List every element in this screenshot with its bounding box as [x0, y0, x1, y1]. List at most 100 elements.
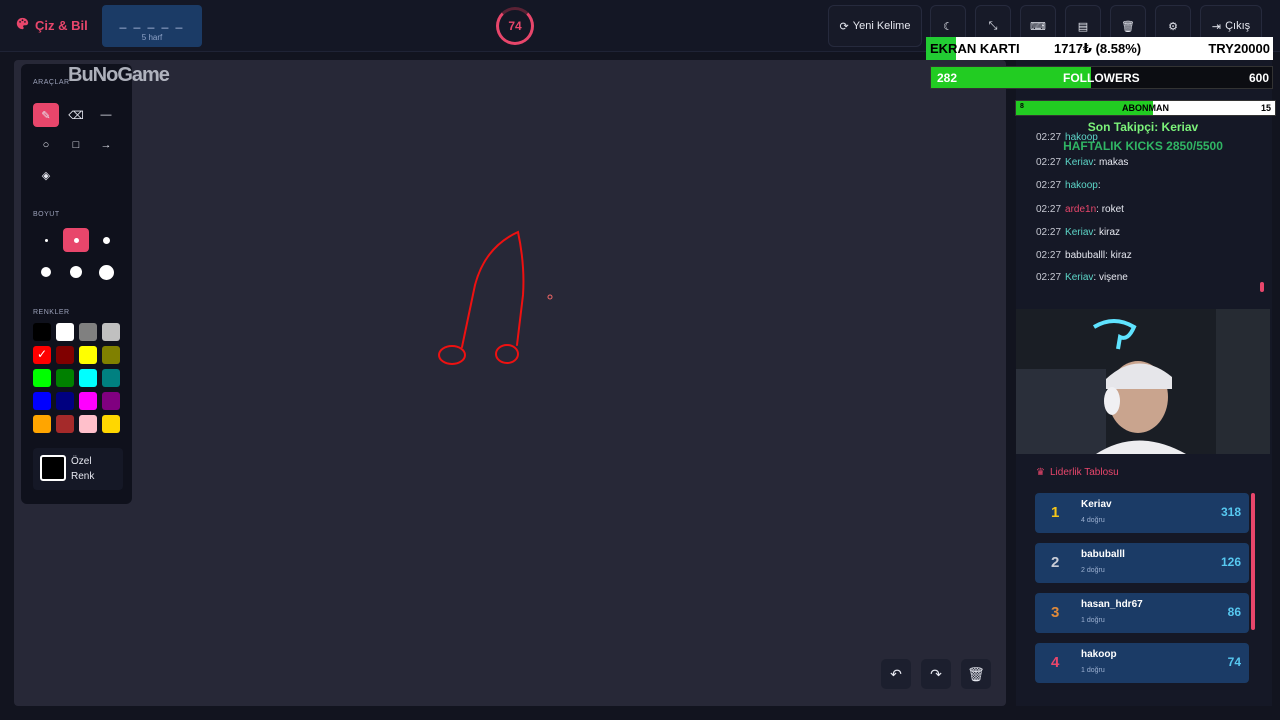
leaderboard-score: 86	[1227, 605, 1241, 619]
moon-icon: ☾	[943, 20, 953, 33]
square-icon: □	[72, 139, 80, 151]
color-swatch[interactable]	[56, 392, 74, 410]
color-swatch[interactable]	[102, 392, 120, 410]
color-swatch[interactable]	[33, 392, 51, 410]
size-title: BOYUT	[33, 211, 60, 218]
leaderboard-scrollbar[interactable]	[1251, 493, 1255, 630]
leaderboard-rank: 4	[1051, 654, 1060, 671]
color-swatch[interactable]	[79, 346, 97, 364]
chat-username[interactable]: babuballl	[1065, 250, 1105, 261]
brand-title: Çiz & Bil	[35, 17, 88, 33]
color-swatch[interactable]	[102, 415, 120, 433]
leaderboard-correct-count: 1 doğru	[1081, 667, 1105, 674]
chat-text: : vişene	[1093, 272, 1128, 283]
chat-username[interactable]: arde1n	[1065, 204, 1096, 215]
new-word-label: Yeni Kelime	[852, 20, 911, 32]
size-3-button[interactable]	[93, 228, 119, 252]
leaderboard-row: 2 babuballl 2 doğru 126	[1035, 543, 1249, 583]
chat-text: :	[1097, 180, 1101, 191]
word-dashes: _ _ _ _ _	[119, 15, 185, 29]
brush-icon: ✎	[41, 109, 51, 122]
sign-out-icon: ⇥	[1211, 20, 1222, 33]
color-swatch[interactable]	[79, 323, 97, 341]
size-5-button[interactable]	[63, 260, 89, 284]
trash-icon: 🗑	[1121, 20, 1135, 33]
color-swatch[interactable]	[79, 392, 97, 410]
arrow-tool[interactable]: →	[93, 133, 119, 157]
leaderboard-name: hakoop	[1081, 649, 1117, 660]
leaderboard-rank: 3	[1051, 604, 1060, 621]
leaderboard-title-text: Liderlik Tablosu	[1049, 467, 1119, 478]
chat-username[interactable]: hakoop	[1065, 180, 1098, 191]
leaderboard-score: 74	[1227, 655, 1241, 669]
circle-tool[interactable]: ○	[33, 133, 59, 157]
color-swatch[interactable]	[102, 323, 120, 341]
chat-username[interactable]: Keriav	[1065, 157, 1093, 168]
rectangle-tool[interactable]: □	[63, 133, 89, 157]
color-swatch[interactable]	[33, 415, 51, 433]
color-swatch[interactable]	[102, 346, 120, 364]
chat-message: 02:27 Keriav: vişene	[1036, 272, 1128, 283]
color-swatch[interactable]: ✓	[33, 346, 51, 364]
undo-button[interactable]: ↶	[881, 659, 911, 689]
chat-time: 02:27	[1036, 227, 1062, 238]
color-swatch[interactable]	[56, 323, 74, 341]
last-follower: Son Takipçi: Keriav	[1087, 120, 1199, 134]
brush-tool[interactable]: ✎	[33, 103, 59, 127]
chat-scrollbar[interactable]	[1260, 282, 1264, 292]
color-swatch[interactable]	[56, 415, 74, 433]
leaderboard-correct-count: 1 doğru	[1081, 617, 1105, 624]
new-word-button[interactable]: ⟳ Yeni Kelime	[828, 5, 922, 47]
chat-text: : makas	[1093, 157, 1129, 168]
color-swatch[interactable]	[33, 369, 51, 387]
fill-tool[interactable]: ◈	[33, 163, 59, 187]
size-1-button[interactable]	[33, 228, 59, 252]
leaderboard-rank: 1	[1051, 504, 1060, 521]
size-dot	[41, 267, 51, 277]
line-tool[interactable]: —	[93, 103, 119, 127]
clear-canvas-button[interactable]: 🗑	[961, 659, 991, 689]
leaderboard-name: hasan_hdr67	[1081, 599, 1143, 610]
size-dot	[73, 237, 79, 243]
gpu-value: 1717₺ (8.58%)	[1054, 41, 1142, 56]
gpu-goal: TRY20000	[1208, 41, 1270, 56]
eraser-icon: ⌫	[68, 109, 84, 122]
gpu-goal-bar: EKRAN KARTI 1717₺ (8.58%) TRY20000	[926, 37, 1273, 60]
keyboard-icon: ⌨	[1030, 20, 1046, 33]
eraser-tool[interactable]: ⌫	[63, 103, 89, 127]
chat-username[interactable]: Keriav	[1065, 272, 1093, 283]
word-length: 5 harf	[141, 33, 163, 42]
chat-time: 02:27	[1036, 250, 1062, 261]
size-6-button[interactable]	[93, 260, 119, 284]
color-swatch[interactable]	[102, 369, 120, 387]
followers-count: 282	[937, 71, 958, 85]
color-swatch[interactable]	[56, 369, 74, 387]
line-icon: —	[100, 109, 112, 121]
crown-icon: ♛	[1036, 467, 1045, 478]
trash-icon: 🗑	[967, 665, 985, 682]
leaderboard-correct-count: 4 doğru	[1081, 517, 1105, 524]
leaderboard-name: babuballl	[1081, 549, 1125, 560]
chat-time: 02:27	[1036, 272, 1062, 283]
check-icon: ✓	[37, 347, 48, 361]
refresh-icon: ⟳	[839, 20, 849, 33]
leaderboard-score: 318	[1220, 505, 1241, 519]
drawing-canvas[interactable]	[14, 60, 1006, 706]
color-swatch[interactable]	[79, 369, 97, 387]
custom-color-button[interactable]: Özel Renk	[33, 448, 123, 490]
custom-color-preview	[40, 455, 66, 481]
color-swatch[interactable]	[79, 415, 97, 433]
chat-text: : kiraz	[1105, 250, 1132, 261]
chat-username[interactable]: Keriav	[1065, 227, 1093, 238]
leaderboard-name: Keriav	[1081, 499, 1112, 510]
followers-goal: 600	[1248, 71, 1269, 85]
size-4-button[interactable]	[33, 260, 59, 284]
redo-button[interactable]: ↷	[921, 659, 951, 689]
color-swatch[interactable]	[56, 346, 74, 364]
size-dot	[44, 238, 48, 242]
leaderboard-correct-count: 2 doğru	[1081, 567, 1105, 574]
color-swatch[interactable]	[33, 323, 51, 341]
followers-goal-bar: 282 FOLLOWERS 600	[930, 66, 1273, 89]
leaderboard-row: 4 hakoop 1 doğru 74	[1035, 643, 1249, 683]
size-2-button[interactable]	[63, 228, 89, 252]
